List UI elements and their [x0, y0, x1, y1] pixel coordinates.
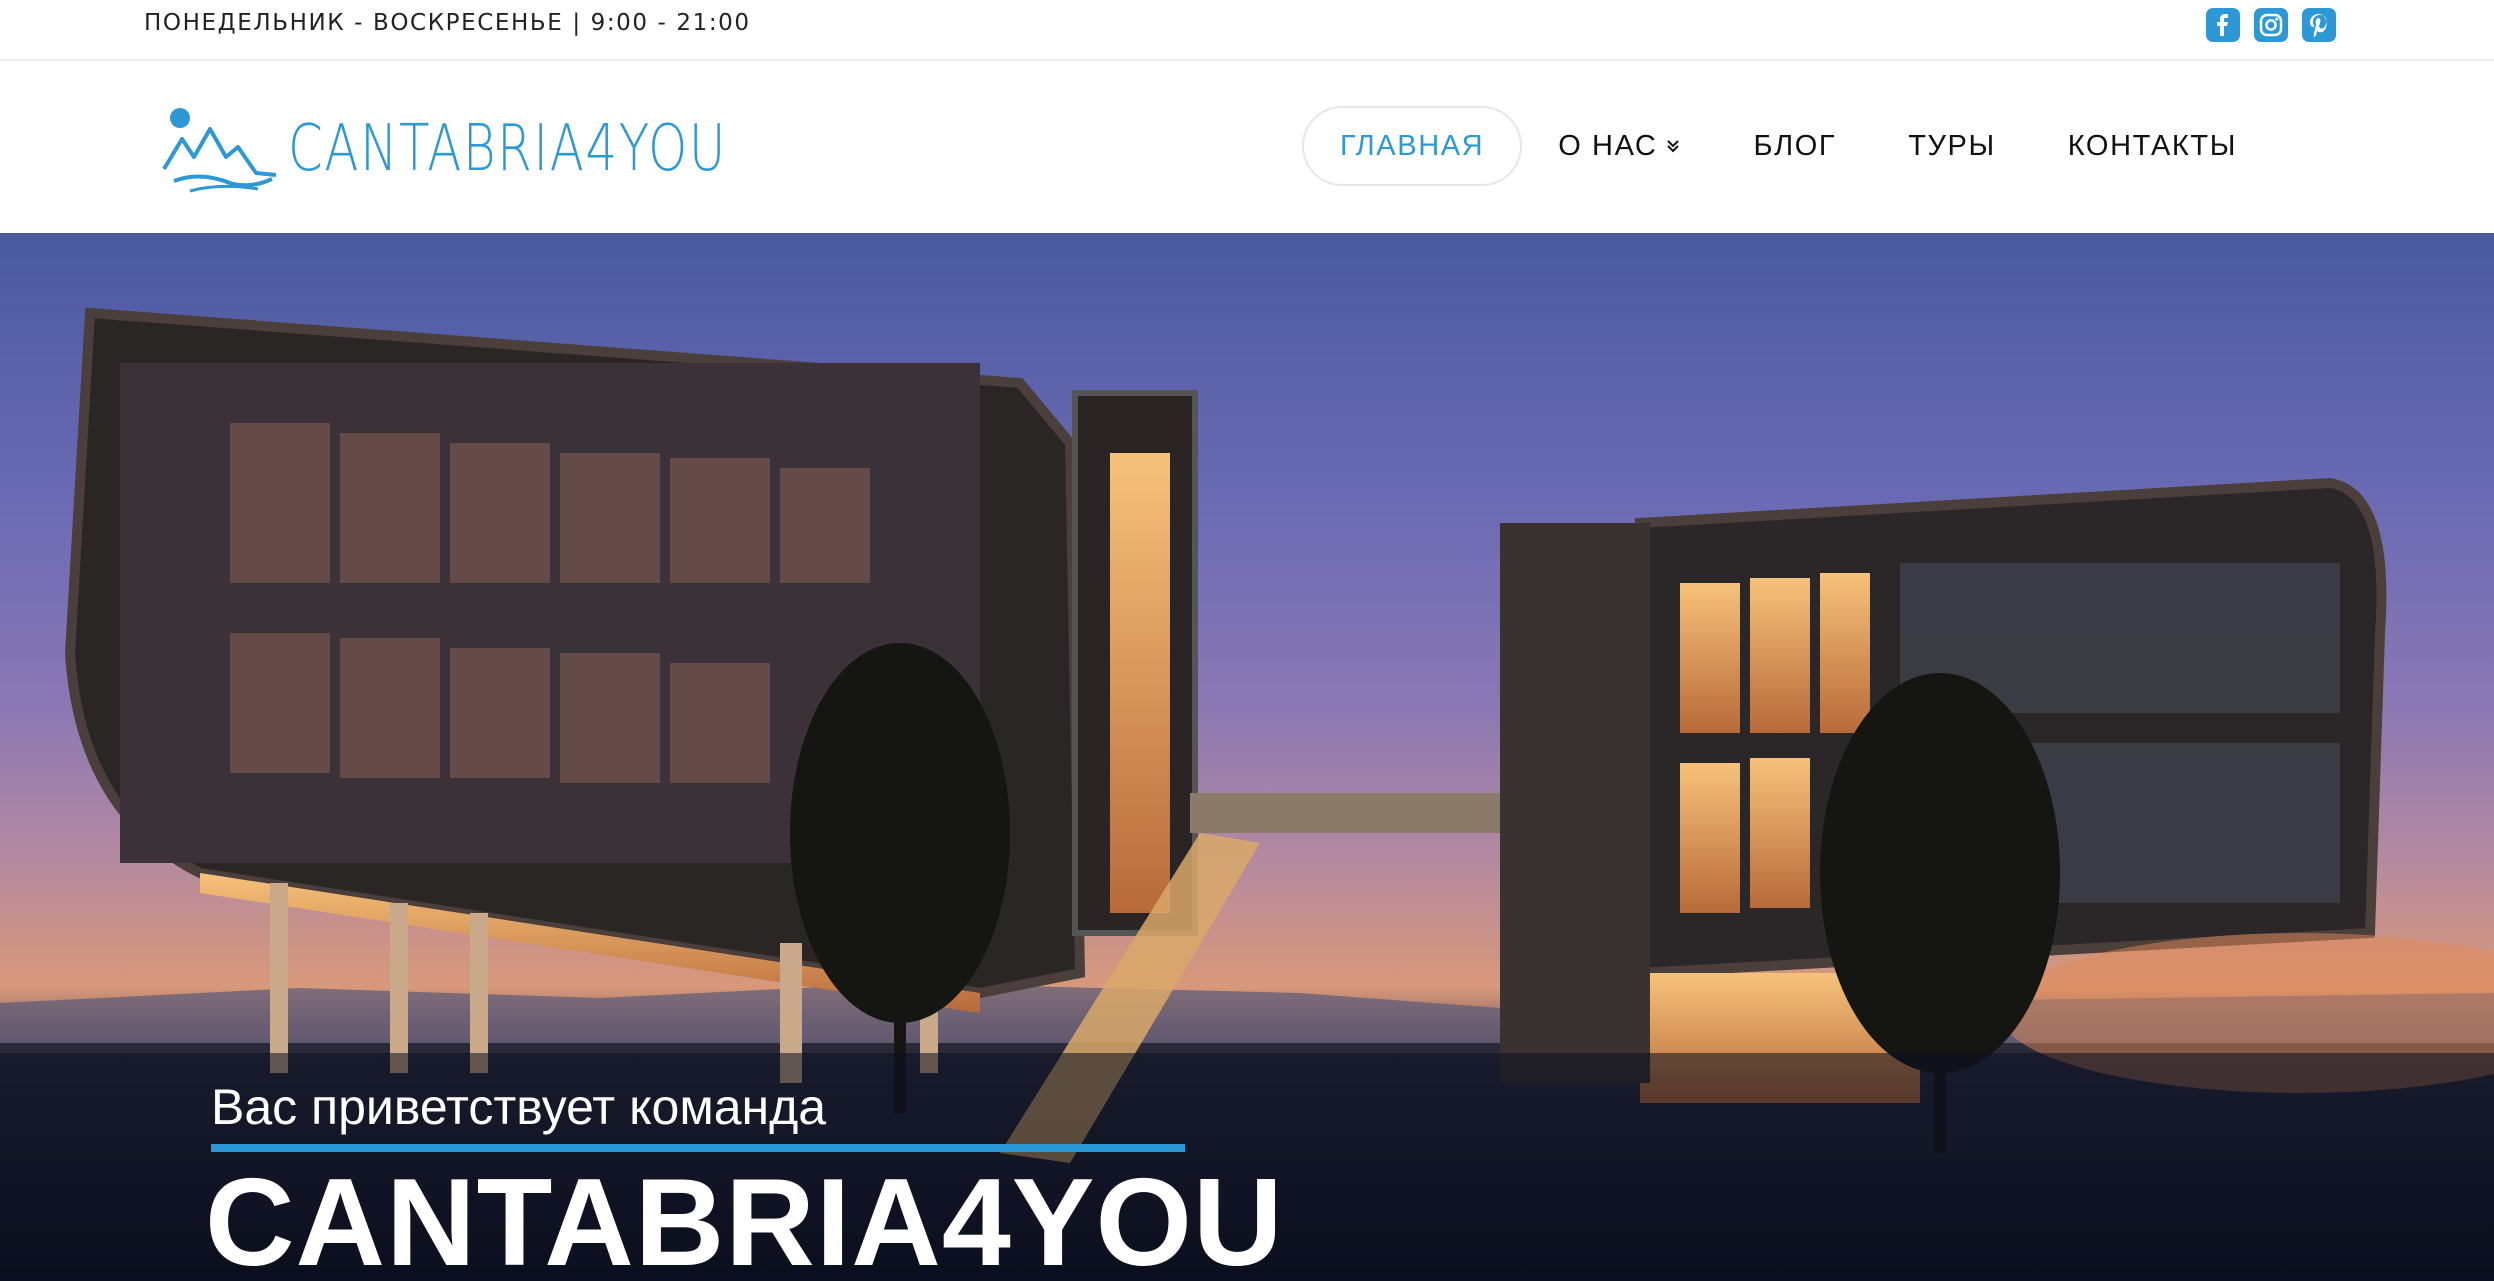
pinterest-icon[interactable] [2302, 8, 2336, 42]
social-links [2206, 8, 2336, 42]
facebook-icon[interactable] [2206, 8, 2240, 42]
instagram-icon[interactable] [2254, 8, 2288, 42]
hero-divider [211, 1144, 1185, 1152]
chevron-double-down-icon [1665, 138, 1681, 154]
nav-item-contacts[interactable]: КОНТАКТЫ [2032, 106, 2273, 186]
nav-item-label: БЛОГ [1753, 129, 1837, 162]
nav-item-home[interactable]: ГЛАВНАЯ [1302, 106, 1523, 186]
site-header: CANTABRIA4YOU ГЛАВНАЯ О НАС БЛОГ ТУРЫ КО… [0, 61, 2494, 233]
logo-text: CANTABRIA4YOU [288, 112, 727, 186]
nav-item-label: КОНТАКТЫ [2067, 129, 2237, 162]
nav-item-about[interactable]: О НАС [1522, 106, 1717, 186]
nav-item-tours[interactable]: ТУРЫ [1872, 106, 2032, 186]
top-bar: ПОНЕДЕЛЬНИК - ВОСКРЕСЕНЬЕ | 9:00 - 21:00 [0, 0, 2494, 61]
nav-item-blog[interactable]: БЛОГ [1717, 106, 1872, 186]
site-logo[interactable]: CANTABRIA4YOU [160, 99, 851, 199]
opening-hours: ПОНЕДЕЛЬНИК - ВОСКРЕСЕНЬЕ | 9:00 - 21:00 [144, 10, 751, 36]
main-nav: ГЛАВНАЯ О НАС БЛОГ ТУРЫ КОНТАКТЫ [1302, 106, 2273, 186]
hero-banner: Вас приветствует команда CANTABRIA4YOU [0, 233, 2494, 1281]
hero-brand-title: CANTABRIA4YOU [205, 1154, 1284, 1281]
nav-item-label: ТУРЫ [1908, 129, 1996, 162]
hero-welcome-text: Вас приветствует команда [211, 1079, 827, 1135]
mountain-logo-icon [162, 108, 277, 193]
nav-item-label: О НАС [1558, 129, 1658, 162]
nav-item-label: ГЛАВНАЯ [1340, 129, 1485, 162]
